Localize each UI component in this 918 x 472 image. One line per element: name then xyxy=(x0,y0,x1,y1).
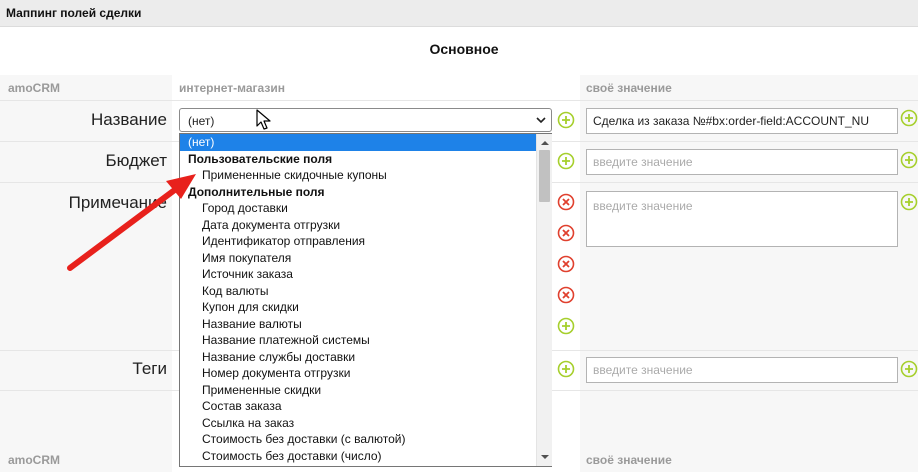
add-custom-value-icon[interactable] xyxy=(900,360,918,378)
dropdown-option[interactable]: Состав заказа xyxy=(180,398,536,415)
dropdown-option[interactable]: Название службы доставки xyxy=(180,349,536,366)
dropdown-scrollbar[interactable] xyxy=(536,134,552,466)
add-custom-value-icon[interactable] xyxy=(900,193,918,211)
section-title: Основное xyxy=(429,41,499,57)
column-header-custom: своё значение xyxy=(586,81,672,95)
dropdown-options: (нет) Пользовательские поля Примененные … xyxy=(180,134,536,464)
add-mapping-icon[interactable] xyxy=(557,317,575,335)
dropdown-option[interactable]: Имя покупателя xyxy=(180,250,536,267)
header-bar: Маппинг полей сделки xyxy=(0,0,918,27)
footer-column-header-crm: amoCRM xyxy=(8,453,61,467)
dropdown-option[interactable]: Купон для скидки xyxy=(180,299,536,316)
budget-value-input[interactable]: введите значение xyxy=(586,149,898,175)
field-label-budget: Бюджет xyxy=(105,151,167,170)
dropdown-group-header: Пользовательские поля xyxy=(188,151,333,166)
add-custom-value-icon[interactable] xyxy=(900,151,918,169)
footer-column-header-custom: своё значение xyxy=(586,453,672,467)
scroll-down-icon[interactable] xyxy=(540,452,550,462)
dropdown-option[interactable]: Город доставки xyxy=(180,200,536,217)
add-mapping-icon[interactable] xyxy=(557,152,575,170)
add-mapping-icon[interactable] xyxy=(557,111,575,129)
shop-field-select[interactable]: (нет) xyxy=(179,108,552,132)
field-label-tags: Теги xyxy=(132,359,167,378)
name-value-input[interactable]: Сделка из заказа №#bx:order-field:ACCOUN… xyxy=(586,108,898,134)
remove-mapping-icon[interactable] xyxy=(557,286,575,304)
column-header-crm: amoCRM xyxy=(8,81,61,95)
dropdown-option[interactable]: Название валюты xyxy=(180,316,536,333)
add-custom-value-icon[interactable] xyxy=(900,109,918,127)
dropdown-group-header: Дополнительные поля xyxy=(188,184,325,199)
chevron-down-icon xyxy=(536,117,546,124)
dropdown-option[interactable]: Номер документа отгрузки xyxy=(180,365,536,382)
note-value-textarea[interactable]: введите значение xyxy=(586,191,898,247)
dropdown-option[interactable]: Стоимость без доставки (число) xyxy=(180,448,536,465)
row-divider xyxy=(0,100,918,101)
scroll-up-icon[interactable] xyxy=(540,138,550,148)
dropdown-option[interactable]: Стоимость без доставки (с валютой) xyxy=(180,431,536,448)
add-mapping-icon[interactable] xyxy=(557,360,575,378)
dropdown-option[interactable]: Дата документа отгрузки xyxy=(180,217,536,234)
field-label-name: Название xyxy=(91,110,167,129)
header-title: Маппинг полей сделки xyxy=(6,6,142,20)
mouse-cursor-icon xyxy=(256,109,271,130)
field-label-note: Примечание xyxy=(68,193,167,212)
remove-mapping-icon[interactable] xyxy=(557,255,575,273)
remove-mapping-icon[interactable] xyxy=(557,224,575,242)
dropdown-option[interactable]: Примененные скидки xyxy=(180,382,536,399)
crm-column-bg xyxy=(0,75,172,472)
dropdown-option[interactable]: Код валюты xyxy=(180,283,536,300)
dropdown-option[interactable]: Название платежной системы xyxy=(180,332,536,349)
dropdown-option-selected[interactable]: (нет) xyxy=(180,134,536,151)
shop-field-dropdown-list[interactable]: (нет) Пользовательские поля Примененные … xyxy=(179,133,552,467)
dropdown-option[interactable]: Источник заказа xyxy=(180,266,536,283)
dropdown-option[interactable]: Примененные скидочные купоны xyxy=(180,167,536,184)
remove-mapping-icon[interactable] xyxy=(557,193,575,211)
dropdown-option[interactable]: Ссылка на заказ xyxy=(180,415,536,432)
tags-value-input[interactable]: введите значение xyxy=(586,357,898,383)
select-value: (нет) xyxy=(188,114,215,128)
custom-column-bg xyxy=(580,75,918,472)
scrollbar-thumb[interactable] xyxy=(539,150,550,202)
dropdown-option[interactable]: Идентификатор отправления xyxy=(180,233,536,250)
column-header-shop: интернет-магазин xyxy=(179,81,285,95)
